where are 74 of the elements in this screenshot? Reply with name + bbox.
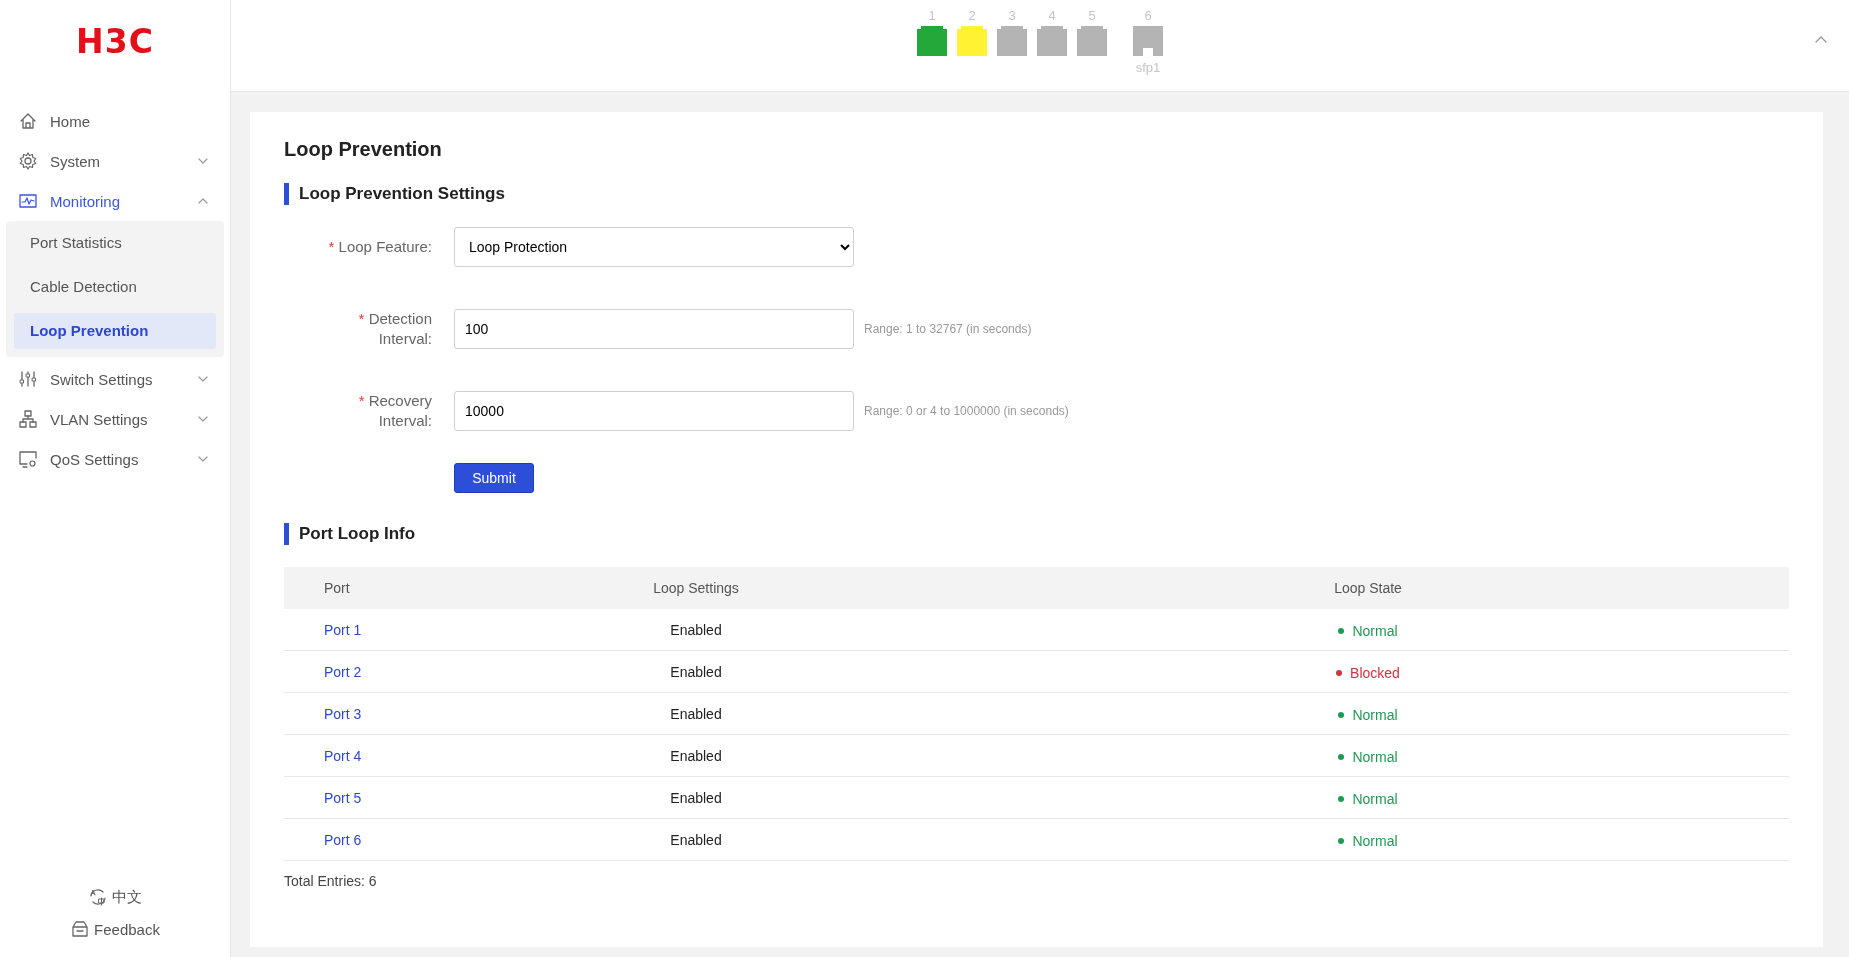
ethernet-port-icon[interactable] [917,26,947,56]
mailbox-icon [70,919,91,939]
status-text: Blocked [1350,664,1400,681]
sidebar-item[interactable]: Monitoring [0,181,230,221]
range-hint: Range: 1 to 32767 (in seconds) [864,322,1032,336]
table-cell: Enabled [445,609,947,651]
section-marker [284,183,289,205]
port-number: 2 [968,8,976,25]
status-text: Normal [1352,622,1398,639]
status-text: Normal [1352,832,1398,849]
chevron-up-icon [198,197,208,205]
translate-icon [88,887,108,907]
submenu-item[interactable]: Loop Prevention [14,313,216,349]
table-cell: Enabled [445,818,947,861]
section-title: Loop Prevention Settings [299,184,505,204]
table-cell: Enabled [445,776,947,819]
house-icon [18,111,38,131]
ethernet-port-icon[interactable] [1077,26,1107,56]
submit-button[interactable]: Submit [454,463,534,493]
page-title: Loop Prevention [284,138,442,161]
input-field[interactable]: 100 [454,309,854,349]
brand-logo: H3C [76,22,154,61]
section-marker [284,523,289,545]
sfp-port-icon[interactable] [1133,26,1163,56]
status-text: Normal [1352,748,1398,765]
monitor-graph-icon [18,191,38,211]
field-label: * Detection Interval: [357,309,432,349]
status-text: Normal [1352,790,1398,807]
field-label: * Recovery Interval: [357,391,432,431]
input-field[interactable]: 10000 [454,391,854,431]
port-link[interactable]: Port 2 [324,663,362,680]
port-number: 3 [1008,8,1016,25]
chevron-down-icon [198,157,208,165]
port-label: sfp1 [1135,60,1161,75]
submenu-item[interactable]: Port Statistics [14,225,216,261]
column-header: Loop Settings [445,567,947,609]
feedback-link[interactable]: Feedback [94,920,160,938]
field-label: * Loop Feature: [327,237,432,257]
settings-icon [18,151,38,171]
monitor-gear-icon [18,449,38,469]
port-link[interactable]: Port 1 [324,621,362,638]
table-cell: Enabled [445,692,947,735]
port-link[interactable]: Port 6 [324,831,362,848]
port-link[interactable]: Port 3 [324,705,362,722]
port-number: 1 [928,8,936,25]
network-icon [18,409,38,429]
port-number: 5 [1088,8,1096,25]
chevron-down-icon [198,375,208,383]
status-text: Normal [1352,706,1398,723]
table-cell: Enabled [445,650,947,693]
sidebar-item[interactable]: VLAN Settings [0,399,230,439]
sidebar-item[interactable]: System [0,141,230,181]
table-cell: Enabled [445,734,947,777]
port-link[interactable]: Port 5 [324,789,362,806]
sliders-icon [18,369,38,389]
ethernet-port-icon[interactable] [1037,26,1067,56]
dropdown[interactable]: Loop Protection [454,227,854,267]
column-header: Loop State [947,567,1789,609]
port-link[interactable]: Port 4 [324,747,362,764]
sidebar-item[interactable]: Switch Settings [0,359,230,399]
port-number: 4 [1048,8,1056,25]
sidebar-item[interactable]: QoS Settings [0,439,230,479]
section-title: Port Loop Info [299,524,416,544]
chevron-down-icon [198,415,208,423]
port-number: 6 [1144,8,1152,25]
ethernet-port-icon[interactable] [997,26,1027,56]
sidebar-item[interactable]: Home [0,101,230,141]
total-entries: Total Entries: 6 [284,873,377,889]
range-hint: Range: 0 or 4 to 1000000 (in seconds) [864,404,1069,418]
chevron-down-icon [198,455,208,463]
collapse-icon[interactable] [1815,35,1827,43]
submenu-item[interactable]: Cable Detection [14,269,216,305]
language-link[interactable]: 中文 [112,887,142,907]
column-header: Port [284,567,445,609]
